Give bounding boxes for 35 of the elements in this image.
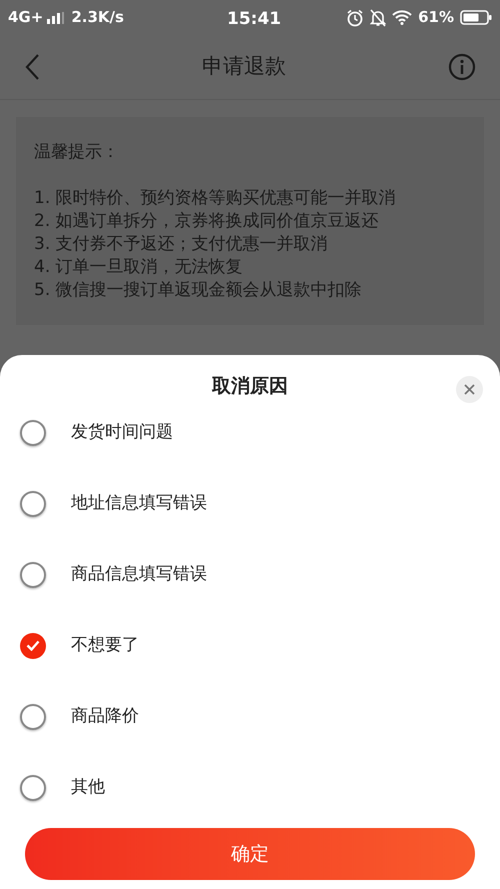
signal-icon	[47, 12, 66, 24]
back-icon[interactable]	[24, 53, 40, 81]
page-title: 申请退款	[201, 53, 287, 80]
reason-label[interactable]: 商品信息填写错误	[71, 562, 207, 588]
network-speed: 2.3K/s	[71, 7, 124, 28]
radio-button[interactable]	[20, 562, 46, 588]
battery-percent: 61%	[418, 7, 454, 28]
battery-icon	[460, 10, 492, 25]
reason-label[interactable]: 不想要了	[71, 632, 139, 658]
radio-button[interactable]	[20, 420, 46, 446]
confirm-button[interactable]: 确定	[25, 828, 475, 880]
sheet-title: 取消原因	[212, 374, 288, 399]
wifi-icon	[392, 10, 412, 25]
radio-button[interactable]	[20, 490, 46, 516]
notice-item: 3. 支付券不予返还；支付优惠一并取消	[34, 233, 328, 256]
reason-label[interactable]: 发货时间问题	[71, 420, 173, 446]
notice-item: 4. 订单一旦取消，无法恢复	[34, 256, 243, 279]
notice-item: 1. 限时特价、预约资格等购买优惠可能一并取消	[34, 187, 396, 210]
notice-title: 温馨提示：	[34, 141, 119, 164]
info-icon[interactable]	[448, 53, 476, 81]
check-icon	[26, 640, 40, 651]
radio-button[interactable]	[20, 704, 46, 730]
radio-button[interactable]	[20, 774, 46, 800]
notice-item: 2. 如遇订单拆分，京券将换成同价值京豆返还	[34, 210, 379, 233]
alarm-icon	[346, 8, 364, 26]
reason-label[interactable]: 其他	[71, 774, 105, 800]
checked-radio[interactable]	[20, 632, 46, 658]
close-button[interactable]	[456, 376, 483, 403]
notice-item: 5. 微信搜一搜订单返现金额会从退款中扣除	[34, 279, 362, 302]
clock-time: 15:41	[227, 8, 282, 31]
network-type: 4G+	[8, 7, 44, 28]
muted-bell-icon	[370, 8, 386, 26]
reason-label[interactable]: 地址信息填写错误	[71, 490, 207, 516]
reason-label[interactable]: 商品降价	[71, 704, 139, 730]
close-icon	[464, 384, 475, 395]
